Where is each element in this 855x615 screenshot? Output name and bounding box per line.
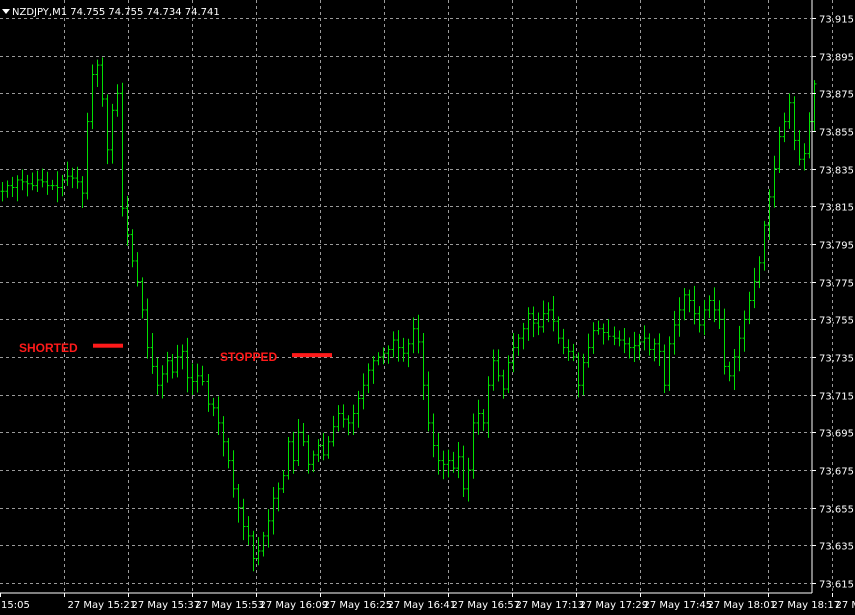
symbol-info: NZDJPY,M1 74.755 74.755 74.734 74.741 (2, 7, 220, 19)
time-tick-label: 27 May 17:45 (644, 600, 713, 611)
time-tick-label: 27 May 16:25 (324, 600, 393, 611)
price-tick-label: 73.915 (819, 15, 854, 26)
price-series (0, 57, 817, 572)
time-tick-label: 27 May 15:53 (196, 600, 265, 611)
price-tick-label: 73.695 (819, 429, 854, 440)
stopped-label: STOPPED (220, 350, 278, 364)
symbol-info-text: NZDJPY,M1 74.755 74.755 74.734 74.741 (12, 7, 220, 18)
time-tick-label: 27 May 16:41 (388, 600, 457, 611)
price-tick-label: 73.735 (819, 354, 854, 365)
time-tick-label: 27 May 17:29 (580, 600, 649, 611)
price-tick-label: 73.775 (819, 279, 854, 290)
time-tick-label: 27 May 15:37 (132, 600, 201, 611)
stopped-marker (292, 353, 332, 358)
time-tick-label: 15:05 (1, 600, 30, 611)
price-tick-label: 73.715 (819, 392, 854, 403)
price-tick-label: 73.635 (819, 542, 854, 553)
price-tick-label: 73.755 (819, 316, 854, 327)
time-tick-label: 27 May 17:13 (516, 600, 585, 611)
price-tick-label: 73.615 (819, 580, 854, 591)
price-tick-label: 73.895 (819, 53, 854, 64)
price-tick-label: 73.815 (819, 203, 854, 214)
chart-window[interactable]: 73.915 73.895 73.875 73.855 73.835 73.815 73.7… (0, 0, 855, 615)
shorted-label: SHORTED (19, 341, 78, 355)
price-tick-label: 73.875 (819, 90, 854, 101)
price-tick-label: 73.855 (819, 128, 854, 139)
price-tick-label: 73.675 (819, 467, 854, 478)
chart-grid (0, 0, 833, 594)
dropdown-triangle-icon[interactable] (2, 9, 10, 14)
time-tick-label: 27 May 16:57 (452, 600, 521, 611)
price-tick-label: 73.655 (819, 505, 854, 516)
time-tick-label: 27 May 18:01 (708, 600, 777, 611)
time-tick-label: 27 May 18:33 (836, 600, 855, 611)
time-tick-label: 27 May 15:21 (68, 600, 137, 611)
time-tick-label: 27 May 18:17 (772, 600, 841, 611)
time-tick-label: 27 May 16:09 (260, 600, 329, 611)
shorted-marker (93, 343, 123, 348)
price-tick-label: 73.835 (819, 166, 854, 177)
price-chart[interactable]: 73.915 73.895 73.875 73.855 73.835 73.815 73.7… (0, 0, 855, 615)
time-axis: 15:05 27 May 15:2127 May 15:3727 May 15:5… (0, 593, 855, 611)
price-tick-label: 73.795 (819, 241, 854, 252)
